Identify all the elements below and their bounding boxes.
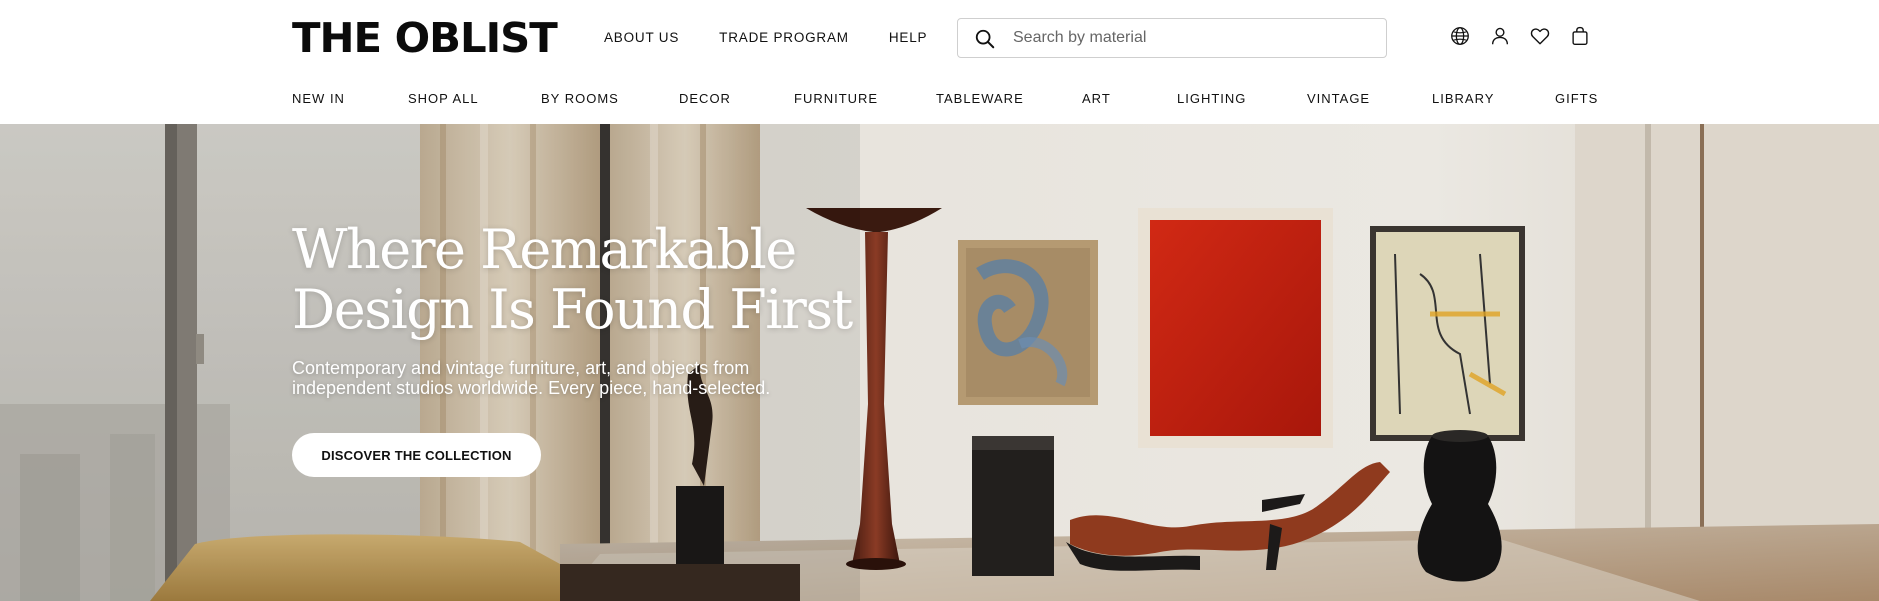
search-icon[interactable]: [974, 28, 996, 50]
top-nav: ABOUT US TRADE PROGRAM HELP: [604, 28, 967, 48]
hero-subhead: Contemporary and vintage furniture, art,…: [292, 358, 812, 398]
cat-decor[interactable]: DECOR: [679, 89, 731, 109]
cat-vintage[interactable]: VINTAGE: [1307, 89, 1370, 109]
cat-furniture[interactable]: FURNITURE: [794, 89, 878, 109]
user-icon[interactable]: [1489, 25, 1511, 47]
utility-icons: [1449, 25, 1591, 47]
discover-collection-button[interactable]: DISCOVER THE COLLECTION: [292, 433, 541, 477]
search-input[interactable]: [1013, 23, 1373, 53]
bag-icon[interactable]: [1569, 25, 1591, 47]
heart-icon[interactable]: [1529, 25, 1551, 47]
hero-headline: Where Remarkable Design Is Found First: [292, 218, 853, 341]
nav-trade-program[interactable]: TRADE PROGRAM: [719, 28, 849, 48]
nav-help[interactable]: HELP: [889, 28, 927, 48]
globe-icon[interactable]: [1449, 25, 1471, 47]
hero-interior-image: [0, 124, 1879, 601]
hero-headline-line1: Where Remarkable: [292, 218, 797, 281]
hero-banner: Where Remarkable Design Is Found First C…: [0, 124, 1879, 601]
cat-shop-all[interactable]: SHOP ALL: [408, 89, 479, 109]
hero-subhead-line1: Contemporary and vintage furniture, art,…: [292, 358, 750, 378]
search-box: [957, 18, 1387, 58]
cat-art[interactable]: ART: [1082, 89, 1111, 109]
cat-lighting[interactable]: LIGHTING: [1177, 89, 1246, 109]
site-header: THE OBLIST ABOUT US TRADE PROGRAM HELP S…: [0, 0, 1879, 124]
brand-logo[interactable]: THE OBLIST: [292, 14, 558, 62]
category-nav: NEW IN SHOP ALL BY ROOMS DECOR FURNITURE…: [292, 89, 1597, 109]
nav-about-us[interactable]: ABOUT US: [604, 28, 679, 48]
cat-by-rooms[interactable]: BY ROOMS: [541, 89, 619, 109]
cat-new-in[interactable]: NEW IN: [292, 89, 345, 109]
cat-library[interactable]: LIBRARY: [1432, 89, 1494, 109]
hero-headline-line2: Design Is Found First: [292, 278, 853, 341]
cat-gifts[interactable]: GIFTS: [1555, 89, 1598, 109]
hero-subhead-line2: independent studios worldwide. Every pie…: [292, 378, 771, 398]
cat-tableware[interactable]: TABLEWARE: [936, 89, 1024, 109]
